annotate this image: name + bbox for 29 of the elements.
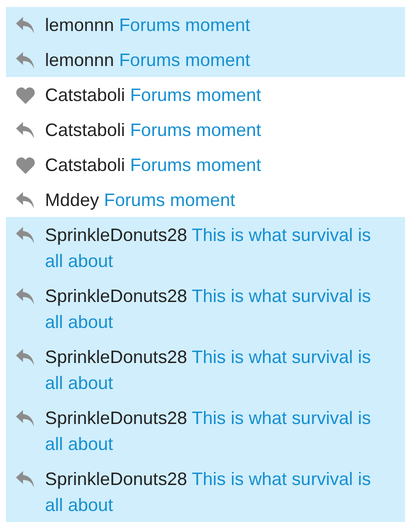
- notification-text: Catstaboli Forums moment: [45, 84, 262, 106]
- notification-row[interactable]: lemonnn Forums moment: [6, 42, 405, 77]
- reply-arrow-icon: [16, 470, 35, 488]
- notification-text: SprinkleDonuts28 This is what survival is all about: [45, 284, 372, 334]
- reply-arrow-icon: [16, 192, 35, 208]
- reply-arrow-icon: [16, 226, 35, 244]
- notification-text: SprinkleDonuts28 This is what survival is all about: [45, 224, 372, 272]
- reply-arrow-icon: [16, 52, 35, 68]
- reply-arrow-icon: [16, 288, 35, 304]
- heart-icon: [16, 156, 35, 174]
- reply-arrow-icon: [16, 16, 35, 34]
- notification-text: SprinkleDonuts28 This is what survival is all about: [45, 346, 372, 394]
- notification-row[interactable]: lemonnn Forums moment: [6, 7, 405, 42]
- notification-row[interactable]: SprinkleDonuts28 This is what survival is all about: [6, 278, 405, 339]
- notification-text: SprinkleDonuts28 This is what survival is all about: [45, 468, 372, 516]
- reply-arrow-icon: [16, 410, 35, 426]
- notification-text: Catstaboli Forums moment: [45, 154, 262, 176]
- notification-row[interactable]: SprinkleDonuts28 This is what survival is all about: [6, 339, 405, 400]
- heart-icon: [16, 86, 35, 104]
- reply-arrow-icon: [16, 348, 35, 366]
- notification-row[interactable]: SprinkleDonuts28 This is what survival is all about: [6, 461, 405, 522]
- notification-text: lemonnn Forums moment: [45, 48, 250, 72]
- reply-arrow-icon: [16, 122, 35, 138]
- notification-row[interactable]: SprinkleDonuts28 This is what survival is all about: [6, 217, 405, 278]
- notification-text: Catstaboli Forums moment: [45, 118, 262, 142]
- notification-text: SprinkleDonuts28 This is what survival is all about: [45, 406, 372, 456]
- notification-text: Mddey Forums moment: [45, 188, 236, 212]
- notification-text: lemonnn Forums moment: [45, 14, 250, 36]
- notification-row[interactable]: SprinkleDonuts28 This is what survival is all about: [6, 400, 405, 461]
